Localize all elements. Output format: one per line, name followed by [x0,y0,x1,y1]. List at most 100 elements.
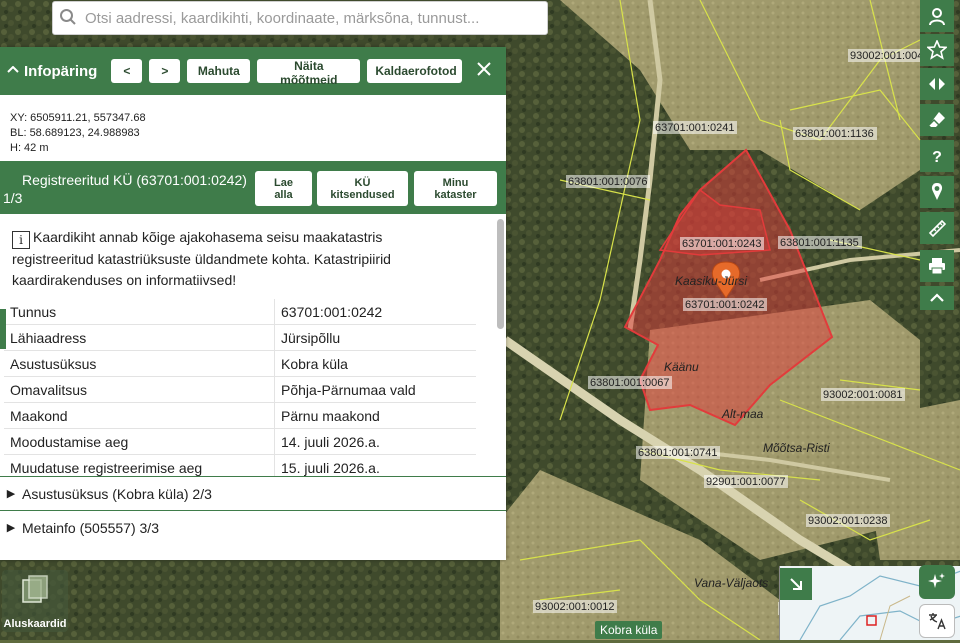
place-name-label: Alt-maa [721,407,764,421]
attribute-value: Kobra küla [274,350,476,377]
accordion-settlement[interactable]: ▶ Asustusüksus (Kobra küla) 2/3 [0,476,506,510]
layers-icon [22,575,48,603]
compare-button[interactable] [920,68,954,100]
panel-header: Infopäring < > Mahuta Näita mõõtmeid Kal… [0,47,506,95]
attribute-row: Tunnus 63701:001:0242 [4,299,476,325]
search-bar[interactable] [52,1,548,35]
parcel-id-label: 63701:001:0241 [655,122,735,134]
help-icon: ? [932,149,942,166]
attribute-key: Asustusüksus [4,350,275,377]
chevron-up-icon [930,293,944,302]
panel-title: Infopäring [24,62,98,80]
parcel-id-label: 63801:001:0741 [638,447,718,459]
sparkle-icon [928,573,945,588]
village-label: Kobra küla [595,621,663,639]
parcel-id-label: 63701:001:0243 [682,238,762,250]
attribute-row: Omavalitsus Põhja-Pärnumaa vald [4,376,476,403]
coord-bl: BL: 58.689123, 24.988983 [10,127,140,139]
eraser-icon [928,112,945,128]
registered-count: 1/3 [3,190,23,206]
viewport-marker [866,615,877,626]
attribute-row: Moodustamise aeg 14. juuli 2026.a. [4,428,476,455]
registered-parcel-header: Registreeritud KÜ (63701:001:0242) 1/3 L… [0,161,506,214]
favorites-button[interactable] [920,34,954,66]
eraser-button[interactable] [920,104,954,136]
show-measurements-button[interactable]: Näita mõõtmeid [257,59,361,87]
parcel-id-label: 63801:001:1135 [780,237,859,249]
place-name-label: Käänu [664,360,699,374]
scrollbar-thumb[interactable] [497,219,504,329]
place-name-label: Vana-Väljaots [694,576,768,590]
parcel-id-label: 63801:001:0067 [590,377,670,389]
basemap-label: Aluskaardid [3,618,67,630]
attribute-key: Maakond [4,402,275,429]
parcel-id-label: 93002:001:0081 [823,389,903,401]
next-button[interactable]: > [149,59,181,83]
search-icon [53,8,83,29]
prev-button[interactable]: < [111,59,143,83]
star-icon [927,40,947,60]
oblique-photos-button[interactable]: Kaldaerofotod [367,59,463,83]
parcel-id-label: 63701:001:0242 [685,299,765,311]
close-icon[interactable] [472,58,496,82]
map-pin-icon [931,183,943,200]
attribute-key: Lähiaadress [4,324,275,351]
expand-triangle-icon: ▶ [6,522,16,534]
attribute-key: Tunnus [4,299,275,325]
resize-handle[interactable] [0,309,6,349]
parcel-id-label: 63801:001:1136 [795,128,874,140]
search-input[interactable] [83,8,547,28]
download-button-label: Lae alla [274,176,293,201]
coord-xy: XY: 6505911.21, 557347.68 [10,112,146,124]
restrictions-button-label: KÜ kitsendused [330,176,395,201]
place-name-label: Mõõtsa-Risti [763,441,830,455]
attribute-row: Muudatuse registreerimise aeg 15. juuli 2… [4,454,476,476]
info-icon: i [12,231,30,249]
attribute-row: Lähiaadress Jürsipõllu [4,324,476,351]
attribute-value: Jürsipõllu [274,324,476,351]
parcel-id-label: 93002:001:0238 [808,515,888,527]
collapse-chevron-icon[interactable] [2,63,24,79]
collapse-toolbar-button[interactable] [920,286,954,310]
user-button[interactable] [920,0,954,32]
fit-button[interactable]: Mahuta [187,59,251,83]
accordion-metainfo[interactable]: ▶ Metainfo (505557) 3/3 [0,510,506,544]
accordion-metainfo-label: Metainfo (505557) 3/3 [22,519,159,536]
attribute-value: Põhja-Pärnumaa vald [274,376,476,403]
my-cadastre-button[interactable]: Minu kataster [414,171,497,206]
notice-text: i Kaardikiht annab kõige ajakohasema seis… [0,214,444,299]
help-button[interactable]: ? [920,140,954,172]
parcel-id-label: 93002:001:0012 [535,601,615,613]
user-icon [929,8,945,26]
translate-icon [929,613,946,630]
location-button[interactable] [920,176,954,208]
accordion-settlement-label: Asustusüksus (Kobra küla) 2/3 [22,485,212,502]
measure-button[interactable] [920,212,954,244]
ai-assistant-button[interactable] [919,565,955,599]
place-name-label: Kaasiku-Jürsi [675,274,747,288]
expand-triangle-icon: ▶ [6,488,16,500]
download-button[interactable]: Lae alla [255,171,312,206]
attribute-key: Moodustamise aeg [4,428,275,455]
translate-button[interactable] [919,604,955,638]
expand-minimap-button[interactable] [780,568,812,600]
my-cadastre-button-label: Minu kataster [434,176,477,201]
details-scroll-area[interactable]: i Kaardikiht annab kõige ajakohasema seis… [0,214,506,476]
coord-h: H: 42 m [10,142,49,154]
notice-body: Kaardikiht annab kõige ajakohasema seisu… [12,229,391,288]
split-arrows-icon [929,78,945,90]
attribute-row: Asustusüksus Kobra küla [4,350,476,377]
attributes-table: Tunnus 63701:001:0242 Lähiaadress Jürsipõll… [4,299,476,476]
basemap-switcher[interactable]: Aluskaardid [2,570,68,632]
registered-title: Registreeritud KÜ (63701:001:0242) [22,172,247,188]
attribute-key: Omavalitsus [4,376,275,403]
attribute-value: Pärnu maakond [274,402,476,429]
coordinates-block: XY: 6505911.21, 557347.68 BL: 58.689123,… [0,95,506,161]
arrow-down-right-icon [790,578,802,590]
attribute-row: Maakond Pärnu maakond [4,402,476,429]
restrictions-button[interactable]: KÜ kitsendused [317,171,408,206]
attribute-value: 14. juuli 2026.a. [274,428,476,455]
print-button[interactable] [920,250,954,282]
attribute-key: Muudatuse registreerimise aeg [4,454,275,476]
attribute-value: 15. juuli 2026.a. [274,454,476,476]
